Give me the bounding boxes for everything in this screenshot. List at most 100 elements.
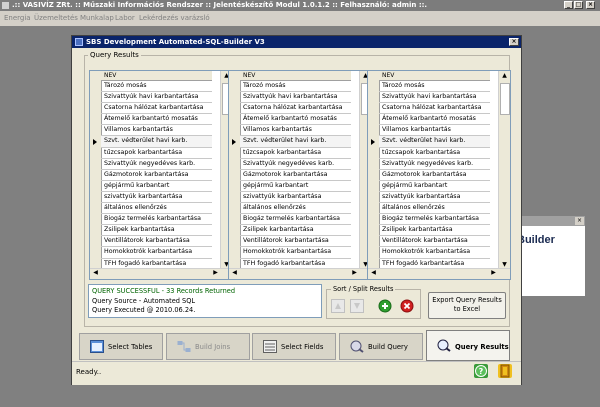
table-row[interactable]: Gázmotorok karbantartása (101, 170, 212, 181)
fields-icon (263, 340, 277, 353)
tab-build-query[interactable]: Build Query (339, 333, 423, 360)
export-to-excel-button[interactable]: Export Query Results to Excel (428, 292, 506, 319)
table-row[interactable]: Biogáz termelés karbantartása (101, 214, 212, 226)
menu-labor[interactable]: Labor (115, 14, 135, 22)
build-query-icon (350, 340, 364, 353)
menu-uzemeltetes[interactable]: Üzemeltetés (34, 14, 78, 22)
table-row[interactable]: általános ellenőrzés (240, 203, 351, 215)
table-row[interactable]: gépjármű karbantart (379, 181, 490, 192)
plus-icon (378, 299, 392, 313)
horizontal-scrollbar[interactable]: ◀ ▶ (90, 268, 232, 279)
table-row[interactable]: Szvt. védterület havi karb. (101, 136, 212, 148)
scroll-left-icon[interactable]: ◀ (91, 269, 100, 277)
table-row[interactable]: gépjármű karbantart (240, 181, 351, 192)
table-row[interactable]: Szivattyúk havi karbantartása (101, 92, 212, 104)
background-window-close-button[interactable]: × (575, 217, 584, 225)
table-row[interactable]: Zsilipek karbantartása (240, 225, 351, 237)
table-row[interactable]: Ventillátorok karbantartása (101, 236, 212, 248)
table-row[interactable]: Csatorna hálózat karbantartása (240, 103, 351, 115)
scroll-right-icon[interactable]: ▶ (211, 269, 220, 277)
table-row[interactable]: általános ellenőrzés (101, 203, 212, 215)
table-row[interactable]: Gázmotorok karbantartása (379, 170, 490, 181)
menu-munkalap[interactable]: Munkalap (80, 14, 114, 22)
scroll-right-icon[interactable]: ▶ (489, 269, 498, 277)
table-row[interactable]: Tározó mosás (240, 81, 351, 93)
sort-descending-icon (354, 303, 360, 309)
app-title: .:: VASIVÍZ ZRt. :: Műszaki Információs … (12, 1, 428, 9)
scroll-right-icon[interactable]: ▶ (350, 269, 359, 277)
remove-split-button[interactable] (400, 299, 414, 313)
table-row[interactable]: Zsilipek karbantartása (379, 225, 490, 237)
column-header-nev[interactable]: NEV (379, 71, 490, 81)
vertical-scrollbar[interactable]: ▲ ▼ (498, 71, 510, 270)
maximize-button[interactable]: □ (574, 1, 583, 9)
table-row[interactable]: Csatorna hálózat karbantartása (379, 103, 490, 115)
table-row[interactable]: Szivattyúk negyedéves karb. (240, 159, 351, 170)
dialog-close-button[interactable]: × (509, 38, 519, 46)
menu-energia[interactable]: Energia (4, 14, 31, 22)
tab-select-fields[interactable]: Select Fields (252, 333, 336, 360)
table-row[interactable]: Tározó mosás (379, 81, 490, 93)
table-row[interactable]: Átemelő karbantartó mosatás (379, 114, 490, 126)
table-row[interactable]: Ventillátorok karbantartása (379, 236, 490, 248)
scroll-up-icon[interactable]: ▲ (500, 72, 509, 80)
table-row[interactable]: gépjármű karbantart (101, 181, 212, 192)
sort-descending-button[interactable] (350, 299, 364, 313)
table-row[interactable]: Zsilipek karbantartása (101, 225, 212, 237)
minimize-button[interactable]: _ (564, 1, 573, 9)
sort-ascending-button[interactable] (331, 299, 345, 313)
table-row[interactable]: Csatorna hálózat karbantartása (101, 103, 212, 115)
table-row[interactable]: Szivattyúk havi karbantartása (240, 92, 351, 104)
help-button[interactable]: ? (474, 364, 488, 378)
table-row[interactable]: Villamos karbantartás (379, 125, 490, 137)
grid-rows: Tározó mosás Szivattyúk havi karbantartás… (240, 81, 351, 270)
tab-query-results[interactable]: Query Results (426, 330, 510, 361)
table-row[interactable]: tűzcsapok karbantartása (240, 148, 351, 159)
table-row[interactable]: Biogáz termelés karbantartása (240, 214, 351, 226)
results-grid-2[interactable]: NEV Tározó mosás Szivattyúk havi karbantar… (228, 70, 372, 280)
table-row[interactable]: Gázmotorok karbantartása (240, 170, 351, 181)
table-row[interactable]: Szvt. védterület havi karb. (240, 136, 351, 148)
query-status-box[interactable]: QUERY SUCCESSFUL - 33 Records Returned Q… (88, 284, 322, 318)
table-row[interactable]: Villamos karbantartás (240, 125, 351, 137)
add-split-button[interactable] (378, 299, 392, 313)
grid-rows: Tározó mosás Szivattyúk havi karbantartás… (379, 81, 490, 270)
horizontal-scrollbar[interactable]: ◀ ▶ (368, 268, 510, 279)
table-row[interactable]: Átemelő karbantartó mosatás (101, 114, 212, 126)
table-row[interactable]: Szivattyúk negyedéves karb. (101, 159, 212, 170)
menu-lekerdezes-varazslo[interactable]: Lekérdezés varázsló (139, 14, 210, 22)
table-row[interactable]: Homokkotrók karbantartása (379, 247, 490, 259)
results-grid-1[interactable]: NEV Tározó mosás Szivattyúk havi karbantar… (89, 70, 233, 280)
tab-build-joins[interactable]: Build Joins (166, 333, 250, 360)
dialog-title-bar[interactable]: SBS Development Automated-SQL-Builder V3… (72, 36, 521, 48)
table-row[interactable]: szivattyúk karbantartása (240, 192, 351, 204)
table-row[interactable]: szivattyúk karbantartása (101, 192, 212, 204)
table-row[interactable]: Biogáz termelés karbantartása (379, 214, 490, 226)
table-row[interactable]: Szvt. védterület havi karb. (379, 136, 490, 148)
tab-select-tables[interactable]: Select Tables (79, 333, 163, 360)
table-row[interactable]: Szivattyúk havi karbantartása (379, 92, 490, 104)
table-row[interactable]: tűzcsapok karbantartása (101, 148, 212, 159)
sort-split-label: Sort / Split Results (331, 285, 396, 293)
scroll-left-icon[interactable]: ◀ (369, 269, 378, 277)
table-row[interactable]: szivattyúk karbantartása (379, 192, 490, 204)
table-row[interactable]: Tározó mosás (101, 81, 212, 93)
close-button[interactable]: × (586, 1, 595, 9)
table-row[interactable]: Szivattyúk negyedéves karb. (379, 159, 490, 170)
horizontal-scrollbar[interactable]: ◀ ▶ (229, 268, 371, 279)
table-row[interactable]: Átemelő karbantartó mosatás (240, 114, 351, 126)
results-grid-3[interactable]: NEV Tározó mosás Szivattyúk havi karbantar… (367, 70, 511, 280)
table-row[interactable]: Homokkotrók karbantartása (101, 247, 212, 259)
dialog-status-bar: Ready.. (72, 361, 521, 385)
scroll-left-icon[interactable]: ◀ (230, 269, 239, 277)
column-header-nev[interactable]: NEV (240, 71, 351, 81)
column-header-nev[interactable]: NEV (101, 71, 212, 81)
exit-button[interactable] (498, 364, 512, 378)
scroll-thumb[interactable] (500, 83, 510, 115)
table-row[interactable]: tűzcsapok karbantartása (379, 148, 490, 159)
table-row[interactable]: általános ellenőrzés (379, 203, 490, 215)
table-row[interactable]: Villamos karbantartás (101, 125, 212, 137)
table-row[interactable]: Ventillátorok karbantartása (240, 236, 351, 248)
query-results-icon (437, 339, 451, 352)
table-row[interactable]: Homokkotrók karbantartása (240, 247, 351, 259)
